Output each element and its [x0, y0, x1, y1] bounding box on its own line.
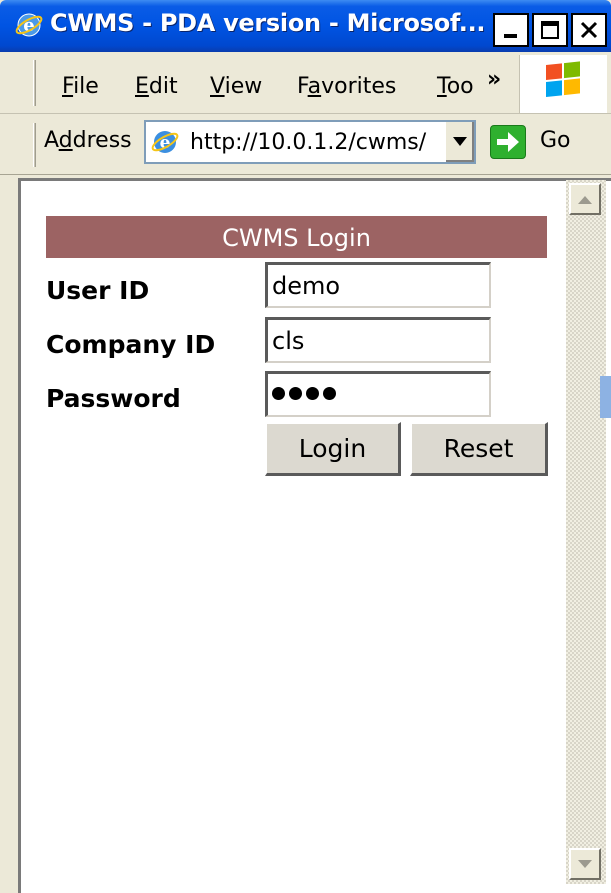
- company-id-input[interactable]: cls: [265, 317, 491, 363]
- scroll-position-indicator: [600, 376, 611, 418]
- maximize-button[interactable]: [532, 13, 568, 47]
- minimize-button[interactable]: [493, 13, 529, 47]
- close-button[interactable]: [571, 13, 607, 47]
- window-titlebar[interactable]: e CWMS - PDA version - Microsof...: [0, 0, 611, 52]
- window-title: CWMS - PDA version - Microsof...: [50, 9, 486, 37]
- password-dot: [306, 387, 319, 400]
- address-grip[interactable]: [33, 123, 36, 167]
- close-icon: [580, 21, 598, 39]
- menu-tools[interactable]: Too: [437, 74, 474, 99]
- vertical-scrollbar[interactable]: [566, 180, 606, 884]
- menu-edit[interactable]: Edit: [135, 74, 178, 99]
- go-label[interactable]: Go: [540, 128, 571, 153]
- address-dropdown-button[interactable]: [444, 122, 474, 162]
- menu-favorites[interactable]: Favorites: [297, 74, 396, 99]
- login-header: CWMS Login: [46, 216, 547, 258]
- user-id-input[interactable]: demo: [265, 262, 491, 308]
- go-button[interactable]: [490, 125, 526, 159]
- menu-view[interactable]: View: [210, 74, 262, 99]
- scroll-up-button[interactable]: [569, 183, 601, 215]
- password-dot: [289, 387, 302, 400]
- chevron-down-icon: [453, 137, 467, 146]
- arrow-down-icon: [578, 859, 592, 868]
- password-mask: [272, 380, 485, 400]
- arrow-up-icon: [578, 195, 592, 204]
- minimize-icon: [504, 34, 517, 38]
- login-button[interactable]: Login: [265, 422, 401, 476]
- menu-overflow-chevron[interactable]: »: [487, 67, 501, 92]
- menu-file[interactable]: File: [62, 74, 99, 99]
- address-url: http://10.0.1.2/cwms/: [190, 130, 427, 155]
- password-dot: [323, 387, 336, 400]
- password-input[interactable]: [265, 371, 491, 417]
- password-dot: [272, 387, 285, 400]
- scroll-down-button[interactable]: [569, 848, 601, 880]
- user-id-label: User ID: [46, 276, 150, 305]
- windows-logo-icon: [546, 61, 580, 97]
- password-label: Password: [46, 384, 181, 413]
- company-id-label: Company ID: [46, 330, 216, 359]
- windows-logo-box: [519, 55, 607, 113]
- maximize-icon: [541, 21, 559, 39]
- page-icon: e: [150, 127, 180, 157]
- arrow-right-icon: [497, 132, 519, 152]
- reset-button[interactable]: Reset: [410, 422, 548, 476]
- address-label: Address: [44, 128, 132, 153]
- toolbar-grip[interactable]: [33, 60, 36, 106]
- ie-icon: e: [14, 10, 44, 40]
- address-input[interactable]: e http://10.0.1.2/cwms/: [144, 120, 476, 164]
